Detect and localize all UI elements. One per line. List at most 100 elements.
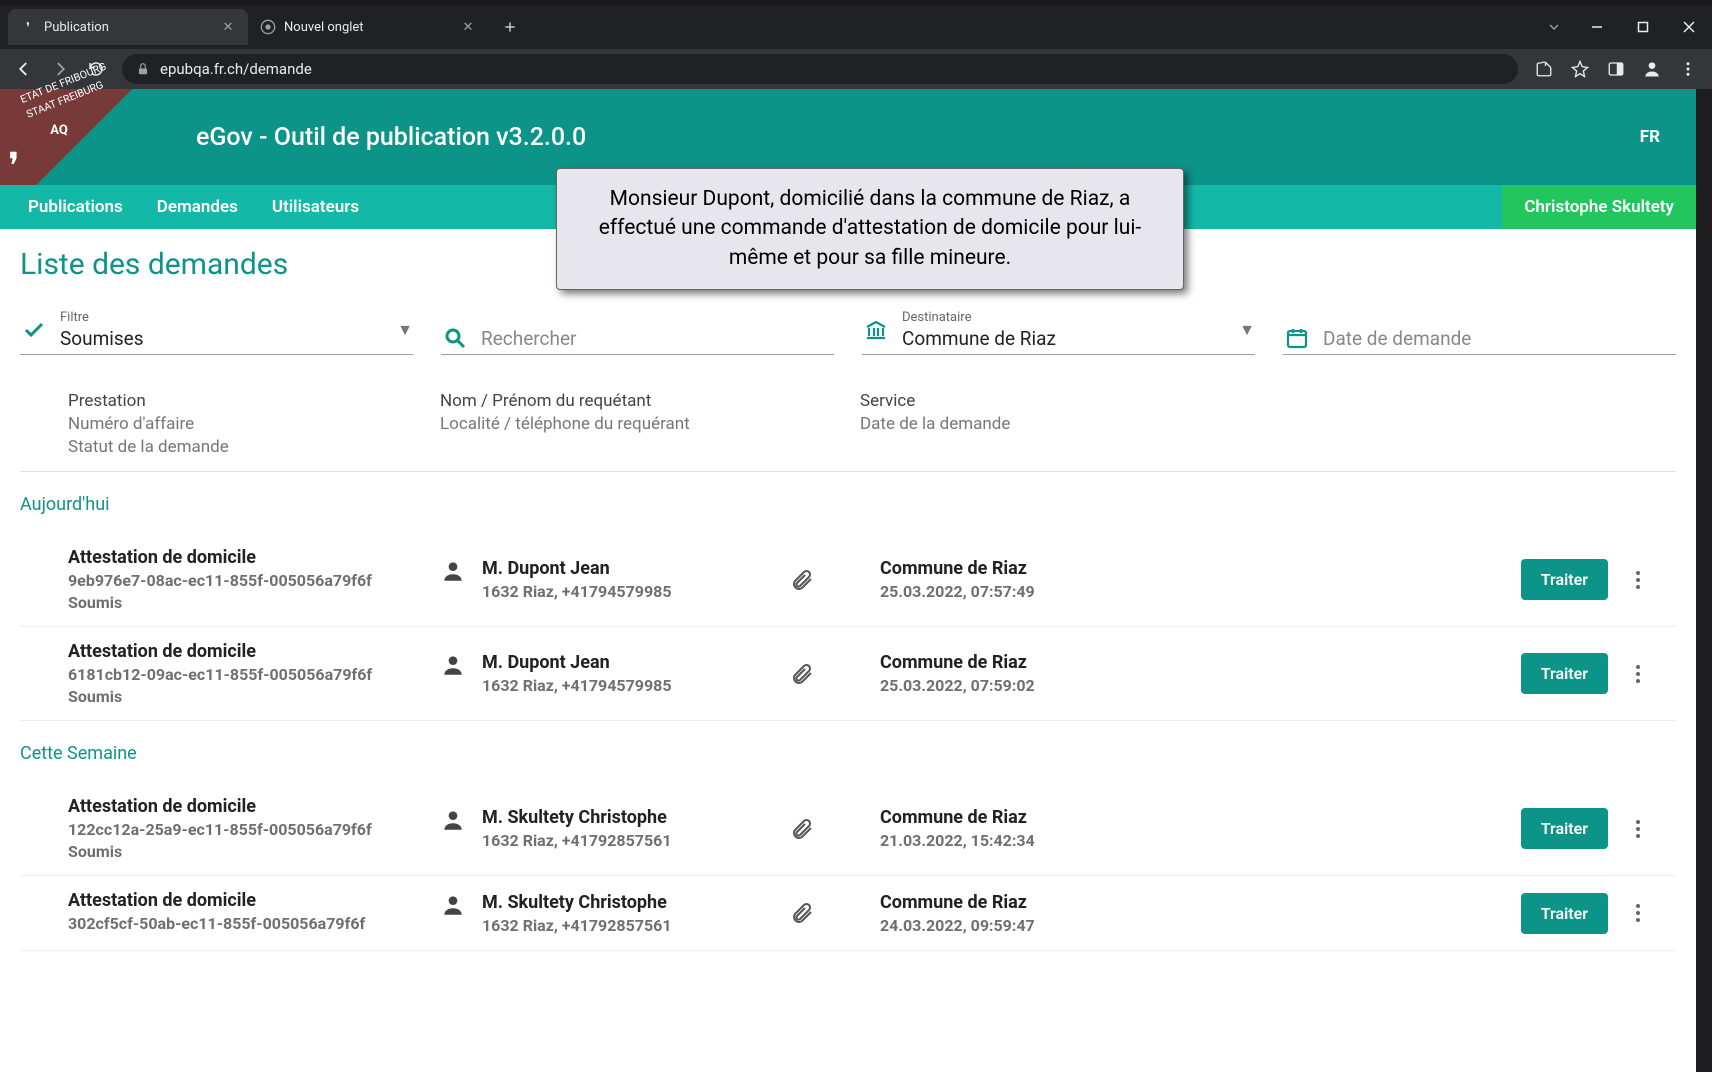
filter-value: Soumises bbox=[60, 327, 385, 350]
browser-toolbar: epubqa.fr.ch/demande bbox=[0, 49, 1712, 89]
tab-search-icon[interactable] bbox=[1546, 5, 1562, 49]
service: Commune de Riaz bbox=[880, 558, 1180, 579]
traiter-button[interactable]: Traiter bbox=[1521, 808, 1608, 849]
attachment-icon[interactable] bbox=[790, 899, 814, 927]
filter-value: Commune de Riaz bbox=[902, 327, 1227, 350]
requerant-loc: 1632 Riaz, +41794579985 bbox=[482, 676, 672, 695]
attachment-icon[interactable] bbox=[790, 660, 814, 688]
filter-status[interactable]: Filtre Soumises ▼ bbox=[20, 310, 413, 355]
close-icon[interactable]: ✕ bbox=[460, 19, 476, 35]
statut: Soumis bbox=[68, 842, 440, 861]
close-icon[interactable]: ✕ bbox=[220, 19, 236, 35]
language-switcher[interactable]: FR bbox=[1640, 127, 1660, 147]
browser-tab-active[interactable]: ❜ Publication ✕ bbox=[8, 9, 248, 45]
reload-button[interactable] bbox=[80, 53, 112, 85]
col-service: Service bbox=[860, 391, 1220, 411]
search-icon bbox=[441, 326, 469, 350]
affaire-id: 6181cb12-09ac-ec11-855f-005056a79f6f bbox=[68, 665, 440, 684]
affaire-id: 122cc12a-25a9-ec11-855f-005056a79f6f bbox=[68, 820, 440, 839]
request-row[interactable]: Attestation de domicile 122cc12a-25a9-ec… bbox=[20, 782, 1676, 876]
date: 21.03.2022, 15:42:34 bbox=[880, 831, 1180, 850]
traiter-button[interactable]: Traiter bbox=[1521, 559, 1608, 600]
request-row[interactable]: Attestation de domicile 9eb976e7-08ac-ec… bbox=[20, 533, 1676, 627]
maximize-button[interactable] bbox=[1620, 5, 1666, 49]
requerant-nom: M. Dupont Jean bbox=[482, 652, 672, 673]
filter-date[interactable]: Date de demande bbox=[1283, 325, 1676, 355]
service: Commune de Riaz bbox=[880, 807, 1180, 828]
profile-icon[interactable] bbox=[1636, 53, 1668, 85]
group-today: Aujourd'hui bbox=[20, 494, 1676, 515]
new-tab-button[interactable] bbox=[496, 13, 524, 41]
traiter-button[interactable]: Traiter bbox=[1521, 653, 1608, 694]
logo-icon: ❜ bbox=[8, 145, 20, 187]
affaire-id: 9eb976e7-08ac-ec11-855f-005056a79f6f bbox=[68, 571, 440, 590]
col-prestation: Prestation bbox=[68, 391, 440, 411]
bookmark-icon[interactable] bbox=[1564, 53, 1596, 85]
state-ribbon: ETAT DE FRIBOURG STAAT FREIBURG bbox=[0, 89, 180, 185]
requerant-nom: M. Dupont Jean bbox=[482, 558, 672, 579]
filter-destinataire[interactable]: Destinataire Commune de Riaz ▼ bbox=[862, 310, 1255, 355]
prestation: Attestation de domicile bbox=[68, 796, 440, 817]
back-button[interactable] bbox=[8, 53, 40, 85]
statut: Soumis bbox=[68, 593, 440, 612]
tab-title: Publication bbox=[44, 20, 212, 35]
filters-row: Filtre Soumises ▼ Rechercher Destinatair… bbox=[20, 310, 1676, 355]
service: Commune de Riaz bbox=[880, 892, 1180, 913]
col-statut: Statut de la demande bbox=[68, 437, 440, 457]
person-icon bbox=[440, 558, 466, 584]
col-nom: Nom / Prénom du requétant bbox=[440, 391, 860, 411]
tab-favicon-icon: ❜ bbox=[20, 19, 36, 35]
tab-strip: ❜ Publication ✕ Nouvel onglet ✕ bbox=[0, 5, 1712, 49]
group-week: Cette Semaine bbox=[20, 743, 1676, 764]
forward-button[interactable] bbox=[44, 53, 76, 85]
person-icon bbox=[440, 807, 466, 833]
url-text: epubqa.fr.ch/demande bbox=[160, 60, 312, 78]
request-row[interactable]: Attestation de domicile 6181cb12-09ac-ec… bbox=[20, 627, 1676, 721]
nav-utilisateurs[interactable]: Utilisateurs bbox=[272, 197, 359, 217]
env-badge: AQ bbox=[44, 115, 74, 145]
attachment-icon[interactable] bbox=[790, 815, 814, 843]
requerant-loc: 1632 Riaz, +41794579985 bbox=[482, 582, 672, 601]
table-header: Prestation Numéro d'affaire Statut de la… bbox=[20, 381, 1676, 472]
close-window-button[interactable] bbox=[1666, 5, 1712, 49]
sidepanel-icon[interactable] bbox=[1600, 53, 1632, 85]
person-icon bbox=[440, 652, 466, 678]
calendar-icon bbox=[1283, 326, 1311, 350]
date: 25.03.2022, 07:59:02 bbox=[880, 676, 1180, 695]
row-menu-button[interactable] bbox=[1626, 904, 1650, 922]
prestation: Attestation de domicile bbox=[68, 641, 440, 662]
menu-icon[interactable] bbox=[1672, 53, 1704, 85]
prestation: Attestation de domicile bbox=[68, 890, 440, 911]
date-placeholder: Date de demande bbox=[1323, 327, 1676, 350]
tab-favicon-icon bbox=[260, 19, 276, 35]
browser-tab[interactable]: Nouvel onglet ✕ bbox=[248, 9, 488, 45]
requerant-nom: M. Skultety Christophe bbox=[482, 892, 672, 913]
nav-demandes[interactable]: Demandes bbox=[157, 197, 238, 217]
date: 25.03.2022, 07:57:49 bbox=[880, 582, 1180, 601]
check-icon bbox=[20, 318, 48, 342]
prestation: Attestation de domicile bbox=[68, 547, 440, 568]
attachment-icon[interactable] bbox=[790, 566, 814, 594]
institution-icon bbox=[862, 318, 890, 342]
col-date: Date de la demande bbox=[860, 414, 1220, 434]
request-row[interactable]: Attestation de domicile 302cf5cf-50ab-ec… bbox=[20, 876, 1676, 951]
nav-publications[interactable]: Publications bbox=[28, 197, 123, 217]
address-bar[interactable]: epubqa.fr.ch/demande bbox=[122, 54, 1518, 84]
share-icon[interactable] bbox=[1528, 53, 1560, 85]
requerant-loc: 1632 Riaz, +41792857561 bbox=[482, 916, 672, 935]
chevron-down-icon: ▼ bbox=[397, 320, 413, 340]
row-menu-button[interactable] bbox=[1626, 571, 1650, 589]
search-input[interactable]: Rechercher bbox=[441, 325, 834, 355]
col-localite: Localité / téléphone du requérant bbox=[440, 414, 860, 434]
user-chip[interactable]: Christophe Skultety bbox=[1502, 185, 1696, 229]
filter-label: Filtre bbox=[60, 310, 385, 325]
chevron-down-icon: ▼ bbox=[1239, 320, 1255, 340]
statut: Soumis bbox=[68, 687, 440, 706]
traiter-button[interactable]: Traiter bbox=[1521, 893, 1608, 934]
minimize-button[interactable] bbox=[1574, 5, 1620, 49]
filter-label: Destinataire bbox=[902, 310, 1227, 325]
person-icon bbox=[440, 892, 466, 918]
row-menu-button[interactable] bbox=[1626, 665, 1650, 683]
row-menu-button[interactable] bbox=[1626, 820, 1650, 838]
scenario-callout: Monsieur Dupont, domicilié dans la commu… bbox=[556, 168, 1184, 290]
